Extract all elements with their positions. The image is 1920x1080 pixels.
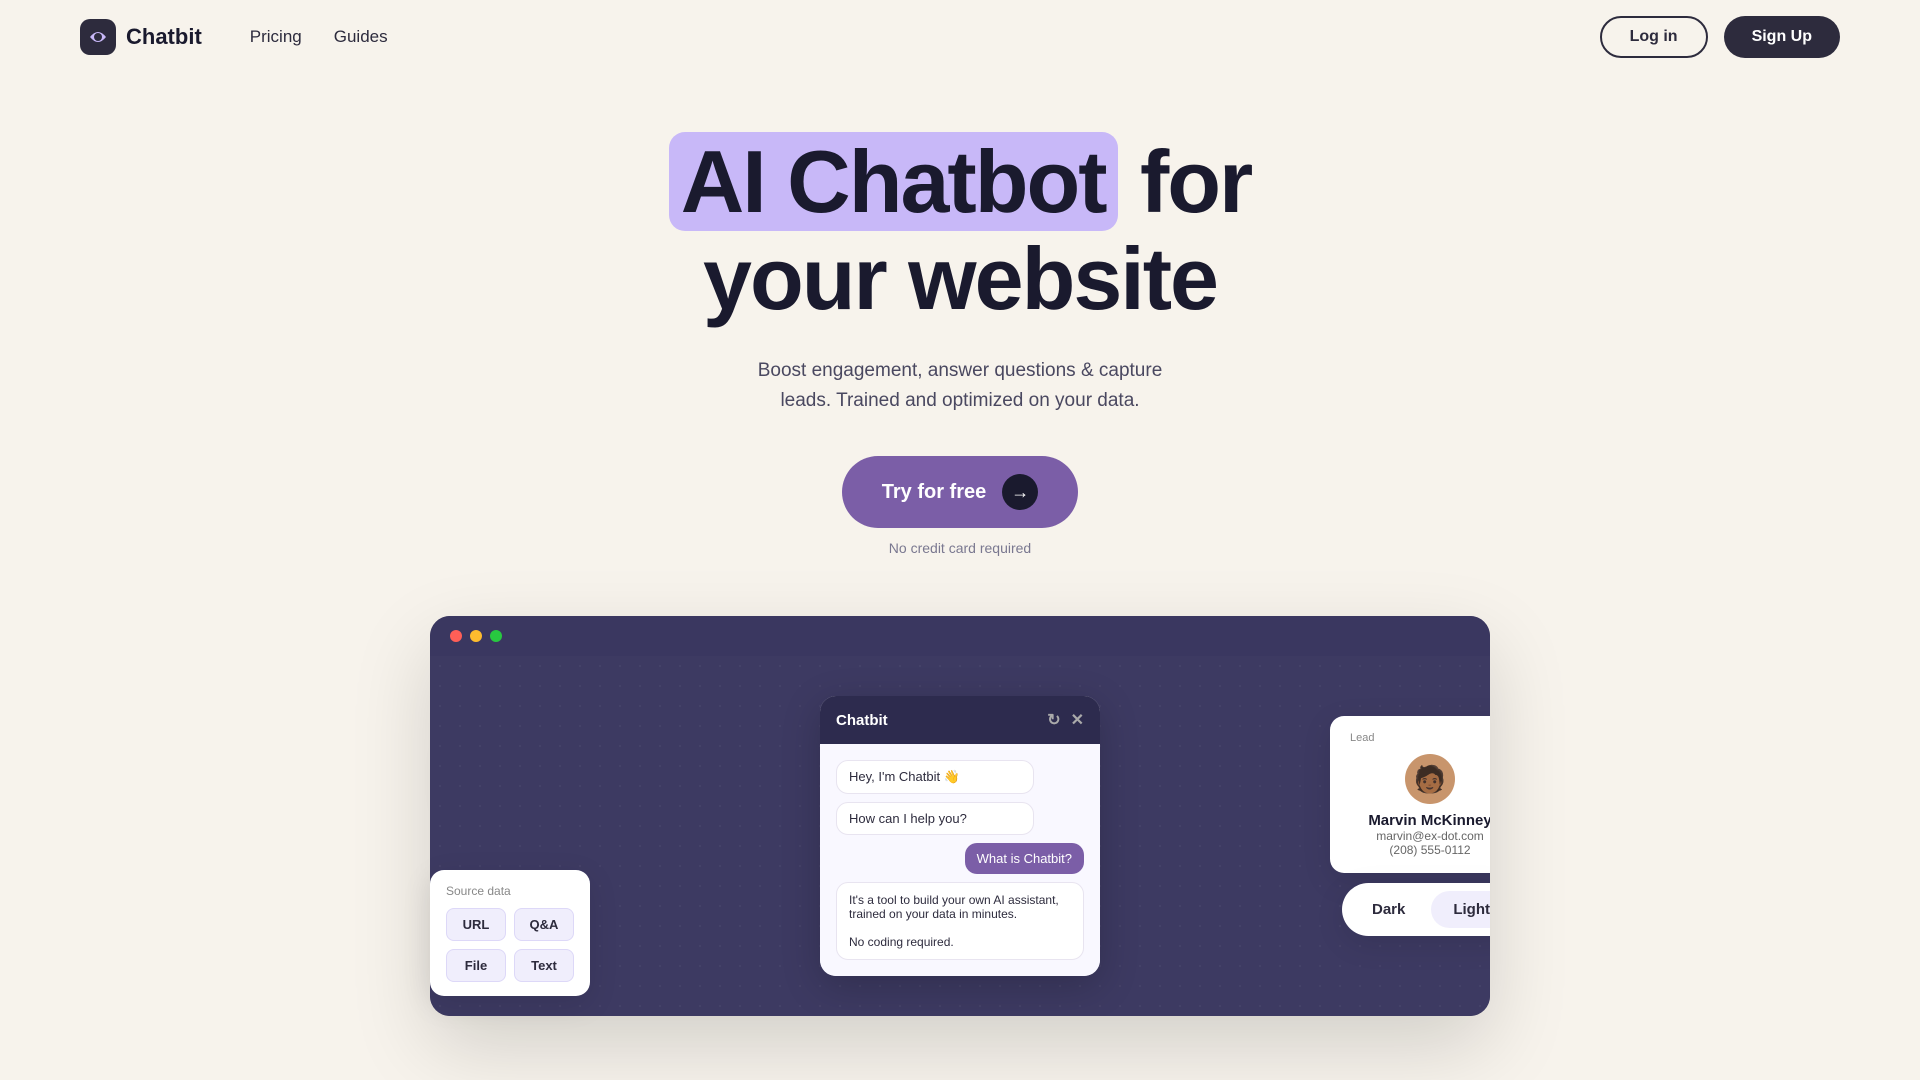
source-tag-text: Text: [514, 949, 574, 982]
hero-cta: Try for free → No credit card required: [20, 456, 1900, 556]
light-mode-button[interactable]: Light: [1431, 891, 1490, 928]
source-tag-file: File: [446, 949, 506, 982]
lead-avatar: 🧑🏾: [1405, 754, 1455, 804]
browser-dot-green: [490, 630, 502, 642]
source-tag-qa: Q&A: [514, 908, 574, 941]
browser-bar: [430, 616, 1490, 656]
lead-card: Lead 🧑🏾 Marvin McKinney marvin@ex-dot.co…: [1330, 716, 1490, 873]
login-button[interactable]: Log in: [1600, 16, 1708, 58]
source-data-label: Source data: [446, 884, 574, 898]
try-free-button[interactable]: Try for free →: [842, 456, 1078, 528]
lead-email: marvin@ex-dot.com: [1350, 829, 1490, 843]
dark-light-toggle: Dark Light: [1342, 883, 1490, 936]
chat-user-question: What is Chatbit?: [965, 843, 1084, 874]
chat-bot-help: How can I help you?: [836, 802, 1034, 835]
logo-text: Chatbit: [126, 24, 202, 50]
nav-links: Pricing Guides: [250, 27, 388, 47]
refresh-icon[interactable]: ↻: [1047, 710, 1060, 730]
signup-button[interactable]: Sign Up: [1724, 16, 1840, 58]
chatbot-title: Chatbit: [836, 712, 888, 729]
demo-container: Primary color #FFFFFF Chatbit ↻ ✕: [410, 616, 1510, 1016]
hero-title: AI Chatbot for your website: [20, 134, 1900, 328]
chatbot-header-icons: ↻ ✕: [1047, 710, 1084, 730]
lead-label: Lead: [1350, 732, 1490, 744]
chat-bot-answer: It's a tool to build your own AI assista…: [836, 882, 1084, 960]
chatbot-header: Chatbit ↻ ✕: [820, 696, 1100, 744]
chatbot-body: Hey, I'm Chatbit 👋 How can I help you? W…: [820, 744, 1100, 976]
close-icon[interactable]: ✕: [1071, 710, 1084, 730]
hero-subtitle: Boost engagement, answer questions & cap…: [20, 356, 1900, 417]
dark-mode-button[interactable]: Dark: [1350, 891, 1427, 928]
no-credit-card-text: No credit card required: [889, 540, 1031, 556]
nav-guides[interactable]: Guides: [334, 27, 388, 47]
source-tag-url: URL: [446, 908, 506, 941]
source-data-card: Source data URL Q&A File Text: [430, 870, 590, 996]
hero-section: AI Chatbot for your website Boost engage…: [0, 74, 1920, 556]
logo-icon: [80, 19, 116, 55]
chatbot-widget: Chatbit ↻ ✕ Hey, I'm Chatbit 👋 How can I…: [820, 696, 1100, 976]
browser-dot-yellow: [470, 630, 482, 642]
try-free-label: Try for free: [882, 481, 986, 504]
browser-dot-red: [450, 630, 462, 642]
hero-title-highlight: AI Chatbot: [669, 132, 1118, 231]
lead-name: Marvin McKinney: [1350, 812, 1490, 829]
hero-title-line2: your website: [703, 229, 1217, 328]
logo[interactable]: Chatbit: [80, 19, 202, 55]
source-tags-grid: URL Q&A File Text: [446, 908, 574, 982]
hero-title-for: for: [1118, 132, 1252, 231]
lead-phone: (208) 555-0112: [1350, 843, 1490, 857]
nav-left: Chatbit Pricing Guides: [80, 19, 388, 55]
nav-right: Log in Sign Up: [1600, 16, 1840, 58]
nav-pricing[interactable]: Pricing: [250, 27, 302, 47]
arrow-right-icon: →: [1002, 474, 1038, 510]
chat-bot-greeting: Hey, I'm Chatbit 👋: [836, 760, 1034, 794]
